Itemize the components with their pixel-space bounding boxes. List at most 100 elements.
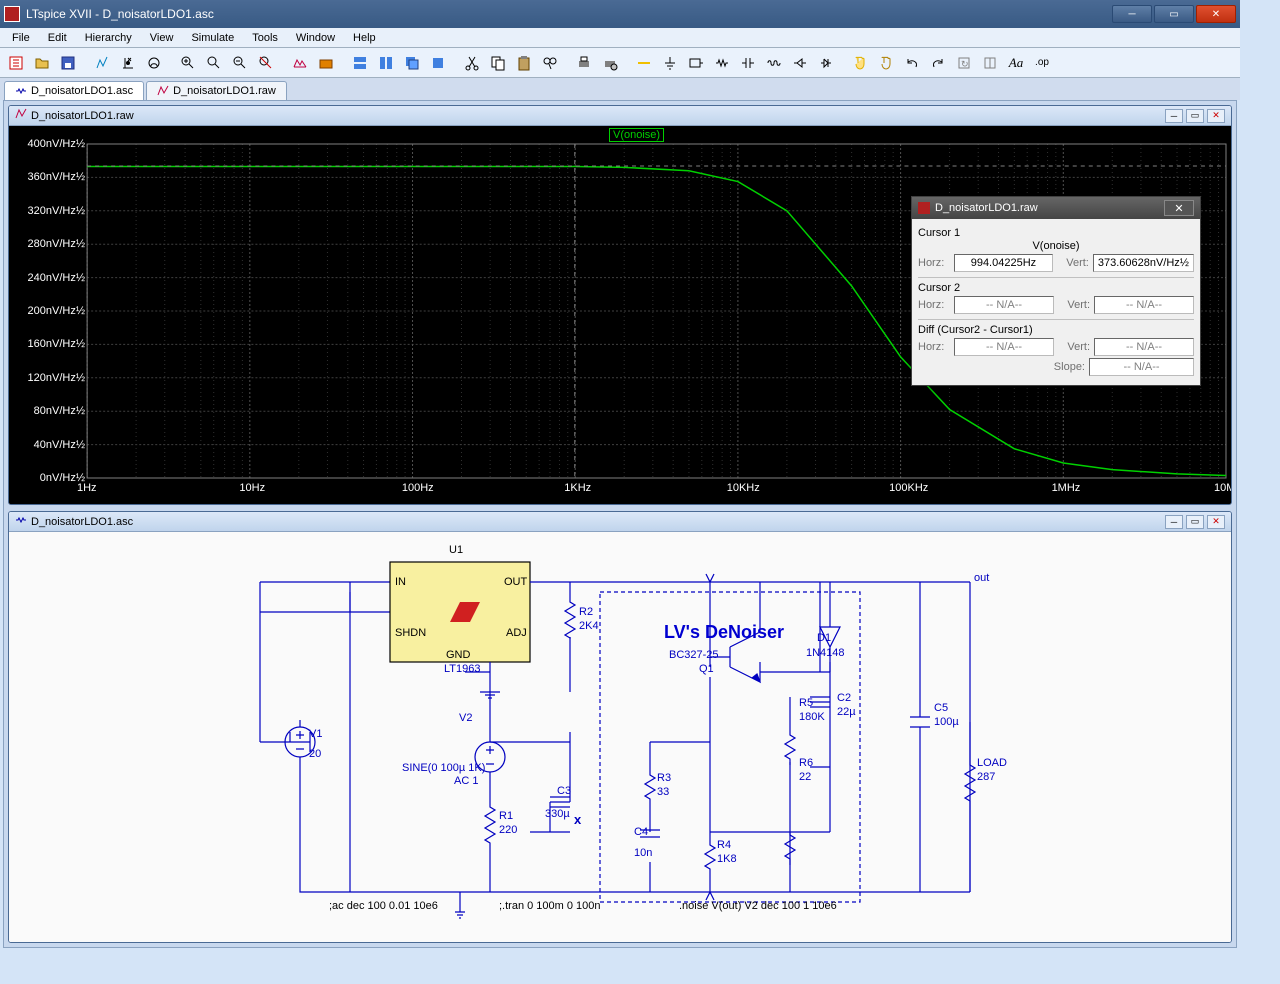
menu-window[interactable]: Window [288,30,343,46]
find-icon[interactable] [538,51,562,75]
spice-noise-directive[interactable]: .noise V(out) V2 dec 100 1 10e6 [679,900,837,912]
cursor1-vert-value[interactable]: 373.60628nV/Hz½ [1093,254,1194,272]
menu-help[interactable]: Help [345,30,384,46]
r5-ref[interactable]: R5 [799,697,813,709]
menu-edit[interactable]: Edit [40,30,75,46]
r6-val[interactable]: 22 [799,771,811,783]
u1-ref[interactable]: U1 [449,544,463,556]
plot-close-button[interactable]: ✕ [1207,109,1225,123]
resistor-icon[interactable] [710,51,734,75]
settings-icon[interactable] [314,51,338,75]
cut-icon[interactable] [460,51,484,75]
run-icon[interactable] [116,51,140,75]
r2-ref[interactable]: R2 [579,606,593,618]
inductor-icon[interactable] [762,51,786,75]
tab-waveform[interactable]: D_noisatorLDO1.raw [146,81,287,100]
plot-pane-titlebar[interactable]: D_noisatorLDO1.raw ─ ▭ ✕ [9,106,1231,126]
paste-icon[interactable] [512,51,536,75]
diff-slope-value[interactable]: -- N/A-- [1089,358,1194,376]
cursor2-horz-value[interactable]: -- N/A-- [954,296,1054,314]
r6-ref[interactable]: R6 [799,757,813,769]
v2-ac[interactable]: AC 1 [454,775,478,787]
autorange-icon[interactable] [288,51,312,75]
d1-model[interactable]: 1N4148 [806,647,845,659]
menu-hierarchy[interactable]: Hierarchy [77,30,140,46]
drag-icon[interactable] [874,51,898,75]
copy-icon[interactable] [486,51,510,75]
save-icon[interactable] [56,51,80,75]
component-icon[interactable] [814,51,838,75]
tile-horizontal-icon[interactable] [348,51,372,75]
c4-ref[interactable]: C4 [634,826,648,838]
cursor2-vert-value[interactable]: -- N/A-- [1094,296,1194,314]
move-icon[interactable] [848,51,872,75]
draw-wire-icon[interactable] [632,51,656,75]
schematic-close-button[interactable]: ✕ [1207,515,1225,529]
window-minimize-button[interactable]: ─ [1112,5,1152,23]
diode-icon[interactable] [788,51,812,75]
v2-val[interactable]: SINE(0 100µ 1K) [402,762,485,774]
d1-ref[interactable]: D1 [817,632,831,644]
c2-ref[interactable]: C2 [837,692,851,704]
capacitor-icon[interactable] [736,51,760,75]
plot-minimize-button[interactable]: ─ [1165,109,1183,123]
net-out-label[interactable]: out [974,572,989,584]
menu-view[interactable]: View [142,30,182,46]
spice-ac-directive[interactable]: ;ac dec 100 0.01 10e6 [329,900,438,912]
cascade-icon[interactable] [400,51,424,75]
r3-ref[interactable]: R3 [657,772,671,784]
q1-model[interactable]: BC327-25 [669,649,719,661]
spice-tran-directive[interactable]: ;.tran 0 100m 0 100n [499,900,601,912]
cursor1-horz-value[interactable]: 994.04225Hz [954,254,1053,272]
r2-val[interactable]: 2K4 [579,620,599,632]
c3-ref[interactable]: C3 [557,785,571,797]
v2-ref[interactable]: V2 [459,712,472,724]
denoiser-title[interactable]: LV's DeNoiser [664,622,784,643]
window-maximize-button[interactable]: ▭ [1154,5,1194,23]
menu-simulate[interactable]: Simulate [183,30,242,46]
c4-val[interactable]: 10n [634,847,652,859]
c2-val[interactable]: 22µ [837,706,856,718]
print-setup-icon[interactable] [598,51,622,75]
spice-directive-icon[interactable]: .op [1030,51,1054,75]
close-all-icon[interactable] [426,51,450,75]
print-icon[interactable] [572,51,596,75]
pick-visible-traces-icon[interactable] [90,51,114,75]
schematic-minimize-button[interactable]: ─ [1165,515,1183,529]
halt-icon[interactable] [142,51,166,75]
rotate-icon[interactable]: ↻ [952,51,976,75]
menu-file[interactable]: File [4,30,38,46]
zoom-in-icon[interactable] [176,51,200,75]
undo-icon[interactable] [900,51,924,75]
zoom-out-icon[interactable] [228,51,252,75]
label-net-icon[interactable] [684,51,708,75]
open-icon[interactable] [30,51,54,75]
pan-icon[interactable] [202,51,226,75]
text-icon[interactable]: Aa [1004,51,1028,75]
r4-val[interactable]: 1K8 [717,853,737,865]
v1-val[interactable]: 20 [309,748,321,760]
r1-val[interactable]: 220 [499,824,517,836]
tab-schematic[interactable]: D_noisatorLDO1.asc [4,81,144,100]
cursor-dialog-titlebar[interactable]: D_noisatorLDO1.raw ✕ [912,197,1200,219]
plot-canvas[interactable]: V(onoise) D_noisatorLDO1.raw ✕ Cursor 1 … [9,126,1231,504]
v1-ref[interactable]: V1 [309,728,322,740]
plot-maximize-button[interactable]: ▭ [1186,109,1204,123]
diff-vert-value[interactable]: -- N/A-- [1094,338,1194,356]
r5-val[interactable]: 180K [799,711,825,723]
r3-val[interactable]: 33 [657,786,669,798]
c3-val[interactable]: 330µ [545,808,570,820]
x-annotation[interactable]: x [574,812,581,827]
redo-icon[interactable] [926,51,950,75]
u1-model[interactable]: LT1963 [444,663,481,675]
cursor-dialog-close-button[interactable]: ✕ [1164,200,1194,216]
schematic-maximize-button[interactable]: ▭ [1186,515,1204,529]
q1-ref[interactable]: Q1 [699,663,714,675]
r4-ref[interactable]: R4 [717,839,731,851]
schematic-canvas[interactable]: U1 IN OUT SHDN ADJ GND LT1963 V1 20 V2 S… [9,532,1231,942]
c5-ref[interactable]: C5 [934,702,948,714]
window-close-button[interactable]: ✕ [1196,5,1236,23]
r1-ref[interactable]: R1 [499,810,513,822]
mirror-icon[interactable] [978,51,1002,75]
c5-val[interactable]: 100µ [934,716,959,728]
